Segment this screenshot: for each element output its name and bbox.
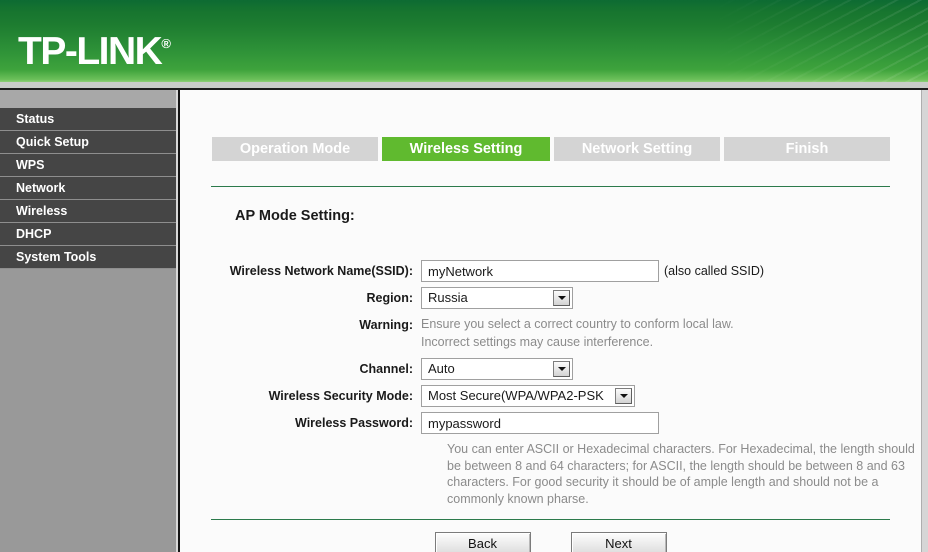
sidebar-top-spacer <box>0 90 176 108</box>
tab-network-setting[interactable]: Network Setting <box>554 137 720 161</box>
chevron-down-icon[interactable] <box>615 388 632 404</box>
page-scrollbar[interactable] <box>921 90 928 552</box>
sidebar-menu: Status Quick Setup WPS Network Wireless … <box>0 108 176 269</box>
brand-name: TP-LINK <box>18 30 163 73</box>
sidebar-item-wireless[interactable]: Wireless <box>0 200 176 223</box>
region-select[interactable]: Russia <box>421 287 573 309</box>
ssid-label: Wireless Network Name(SSID): <box>229 264 413 278</box>
tab-operation-mode[interactable]: Operation Mode <box>212 137 378 161</box>
chevron-down-icon[interactable] <box>553 361 570 377</box>
sidebar-empty-area <box>0 269 176 529</box>
form-row-security-mode: Wireless Security Mode: Most Secure(WPA/… <box>180 385 921 407</box>
warning-field-wrap: Ensure you select a correct country to c… <box>421 314 921 350</box>
security-mode-label: Wireless Security Mode: <box>268 389 413 403</box>
channel-select[interactable]: Auto <box>421 358 573 380</box>
sidebar-item-dhcp[interactable]: DHCP <box>0 223 176 246</box>
sidebar-item-wps[interactable]: WPS <box>0 154 176 177</box>
top-divider-rule <box>211 186 890 187</box>
wireless-settings-form: Wireless Network Name(SSID): myNetwork (a… <box>180 260 921 506</box>
sidebar-item-system-tools[interactable]: System Tools <box>0 246 176 269</box>
security-mode-select[interactable]: Most Secure(WPA/WPA2-PSK <box>421 385 635 407</box>
form-row-password: Wireless Password: mypassword <box>180 412 921 434</box>
region-label: Region: <box>366 291 413 305</box>
ssid-field-wrap: myNetwork (also called SSID) <box>421 260 921 282</box>
bottom-divider-rule <box>211 519 890 520</box>
form-row-region: Region: Russia <box>180 287 921 309</box>
channel-select-value: Auto <box>428 361 455 376</box>
channel-field-wrap: Auto <box>421 358 921 380</box>
tab-wireless-setting[interactable]: Wireless Setting <box>382 137 550 161</box>
password-label: Wireless Password: <box>295 416 413 430</box>
page-header: TP-LINK® <box>0 0 928 82</box>
header-streaks-decoration <box>668 0 928 82</box>
region-field-wrap: Russia <box>421 287 921 309</box>
form-row-ssid: Wireless Network Name(SSID): myNetwork (a… <box>180 260 921 282</box>
wizard-buttons: Back Next <box>180 532 921 552</box>
ssid-note: (also called SSID) <box>664 264 765 278</box>
form-row-channel: Channel: Auto <box>180 358 921 380</box>
chevron-down-icon[interactable] <box>553 290 570 306</box>
section-title: AP Mode Setting: <box>235 208 355 224</box>
sidebar-item-quick-setup[interactable]: Quick Setup <box>0 131 176 154</box>
tp-link-logo: TP-LINK® <box>18 24 171 72</box>
channel-label: Channel: <box>359 362 413 376</box>
tab-finish[interactable]: Finish <box>724 137 890 161</box>
form-row-warning: Warning: Ensure you select a correct cou… <box>180 314 921 350</box>
warning-line-2: Incorrect settings may cause interferenc… <box>421 335 654 349</box>
ssid-input[interactable]: myNetwork <box>421 260 659 282</box>
main-content: Operation Mode Wireless Setting Network … <box>180 90 921 552</box>
password-input[interactable]: mypassword <box>421 412 659 434</box>
password-help-text: You can enter ASCII or Hexadecimal chara… <box>447 442 915 506</box>
next-button[interactable]: Next <box>570 532 667 552</box>
warning-line-1: Ensure you select a correct country to c… <box>421 317 734 331</box>
sidebar-item-status[interactable]: Status <box>0 108 176 131</box>
sidebar-item-network[interactable]: Network <box>0 177 176 200</box>
region-select-value: Russia <box>428 290 468 305</box>
router-admin-page: TP-LINK® Status Quick Setup WPS Network … <box>0 0 928 552</box>
registered-trademark-icon: ® <box>161 36 171 51</box>
security-mode-field-wrap: Most Secure(WPA/WPA2-PSK <box>421 385 921 407</box>
warning-label: Warning: <box>359 318 413 332</box>
wizard-tab-bar: Operation Mode Wireless Setting Network … <box>212 137 890 161</box>
sidebar-nav: Status Quick Setup WPS Network Wireless … <box>0 90 176 552</box>
password-field-wrap: mypassword <box>421 412 921 434</box>
back-button[interactable]: Back <box>434 532 531 552</box>
security-mode-select-value: Most Secure(WPA/WPA2-PSK <box>428 388 604 403</box>
